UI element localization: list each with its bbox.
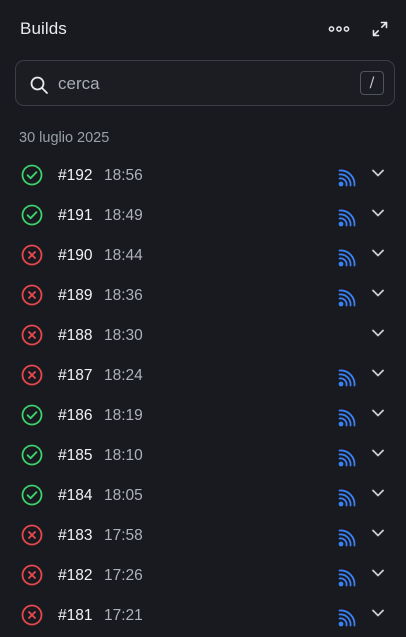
date-group-header: 30 luglio 2025 bbox=[19, 130, 110, 146]
build-time: 18:19 bbox=[104, 407, 143, 424]
build-time: 18:30 bbox=[104, 327, 143, 344]
build-time: 18:05 bbox=[104, 487, 143, 504]
build-number: #181 bbox=[58, 607, 93, 624]
build-time: 18:36 bbox=[104, 287, 143, 304]
build-row[interactable]: #186 18:19 bbox=[0, 396, 406, 436]
more-options-button[interactable] bbox=[327, 18, 351, 40]
builds-panel: Builds / 30 luglio 2025 #192 18:56 #191 18:… bbox=[0, 0, 406, 637]
remote-device-icon bbox=[338, 569, 356, 587]
build-number: #185 bbox=[58, 447, 93, 464]
chevron-down-icon[interactable] bbox=[370, 565, 386, 581]
remote-device-icon bbox=[338, 209, 356, 227]
check-circle-icon bbox=[21, 204, 43, 226]
search-input[interactable] bbox=[58, 70, 338, 98]
chevron-down-icon[interactable] bbox=[370, 165, 386, 181]
x-circle-icon bbox=[21, 284, 43, 306]
build-number: #183 bbox=[58, 527, 93, 544]
search-icon bbox=[30, 76, 48, 94]
build-number: #184 bbox=[58, 487, 93, 504]
check-circle-icon bbox=[21, 484, 43, 506]
remote-device-icon bbox=[338, 369, 356, 387]
remote-device-icon bbox=[338, 449, 356, 467]
panel-title: Builds bbox=[20, 19, 67, 38]
build-time: 18:10 bbox=[104, 447, 143, 464]
search-box: / bbox=[15, 60, 395, 106]
chevron-down-icon[interactable] bbox=[370, 485, 386, 501]
build-time: 17:58 bbox=[104, 527, 143, 544]
chevron-down-icon[interactable] bbox=[370, 405, 386, 421]
build-row[interactable]: #184 18:05 bbox=[0, 476, 406, 516]
remote-device-icon bbox=[338, 249, 356, 267]
chevron-down-icon[interactable] bbox=[370, 285, 386, 301]
chevron-down-icon[interactable] bbox=[370, 205, 386, 221]
build-number: #187 bbox=[58, 367, 93, 384]
remote-device-icon bbox=[338, 409, 356, 427]
remote-device-icon bbox=[338, 609, 356, 627]
chevron-down-icon[interactable] bbox=[370, 365, 386, 381]
x-circle-icon bbox=[21, 364, 43, 386]
build-number: #190 bbox=[58, 247, 93, 264]
expand-button[interactable] bbox=[368, 18, 392, 40]
x-circle-icon bbox=[21, 604, 43, 626]
search-shortcut-badge: / bbox=[360, 71, 384, 95]
chevron-down-icon[interactable] bbox=[370, 605, 386, 621]
build-row[interactable]: #183 17:58 bbox=[0, 516, 406, 556]
remote-device-icon bbox=[338, 489, 356, 507]
build-number: #188 bbox=[58, 327, 93, 344]
chevron-down-icon[interactable] bbox=[370, 525, 386, 541]
build-time: 18:24 bbox=[104, 367, 143, 384]
check-circle-icon bbox=[21, 164, 43, 186]
x-circle-icon bbox=[21, 564, 43, 586]
x-circle-icon bbox=[21, 524, 43, 546]
expand-icon bbox=[372, 21, 388, 37]
remote-device-icon bbox=[338, 289, 356, 307]
build-row[interactable]: #189 18:36 bbox=[0, 276, 406, 316]
build-time: 18:44 bbox=[104, 247, 143, 264]
x-circle-icon bbox=[21, 324, 43, 346]
build-row[interactable]: #187 18:24 bbox=[0, 356, 406, 396]
check-circle-icon bbox=[21, 404, 43, 426]
build-row[interactable]: #182 17:26 bbox=[0, 556, 406, 596]
remote-device-icon bbox=[338, 169, 356, 187]
remote-device-icon bbox=[338, 529, 356, 547]
more-horizontal-icon bbox=[328, 26, 350, 32]
build-number: #189 bbox=[58, 287, 93, 304]
build-number: #192 bbox=[58, 167, 93, 184]
build-time: 17:21 bbox=[104, 607, 143, 624]
build-list: #192 18:56 #191 18:49 #190 18:44 #189 18:36 #188… bbox=[0, 156, 406, 636]
chevron-down-icon[interactable] bbox=[370, 445, 386, 461]
build-row[interactable]: #188 18:30 bbox=[0, 316, 406, 356]
build-time: 18:49 bbox=[104, 207, 143, 224]
build-row[interactable]: #185 18:10 bbox=[0, 436, 406, 476]
build-time: 17:26 bbox=[104, 567, 143, 584]
build-row[interactable]: #190 18:44 bbox=[0, 236, 406, 276]
panel-header: Builds bbox=[0, 0, 406, 60]
build-number: #182 bbox=[58, 567, 93, 584]
build-number: #191 bbox=[58, 207, 93, 224]
chevron-down-icon[interactable] bbox=[370, 245, 386, 261]
build-time: 18:56 bbox=[104, 167, 143, 184]
x-circle-icon bbox=[21, 244, 43, 266]
build-number: #186 bbox=[58, 407, 93, 424]
chevron-down-icon[interactable] bbox=[370, 325, 386, 341]
build-row[interactable]: #192 18:56 bbox=[0, 156, 406, 196]
build-row[interactable]: #191 18:49 bbox=[0, 196, 406, 236]
build-row[interactable]: #181 17:21 bbox=[0, 596, 406, 636]
check-circle-icon bbox=[21, 444, 43, 466]
